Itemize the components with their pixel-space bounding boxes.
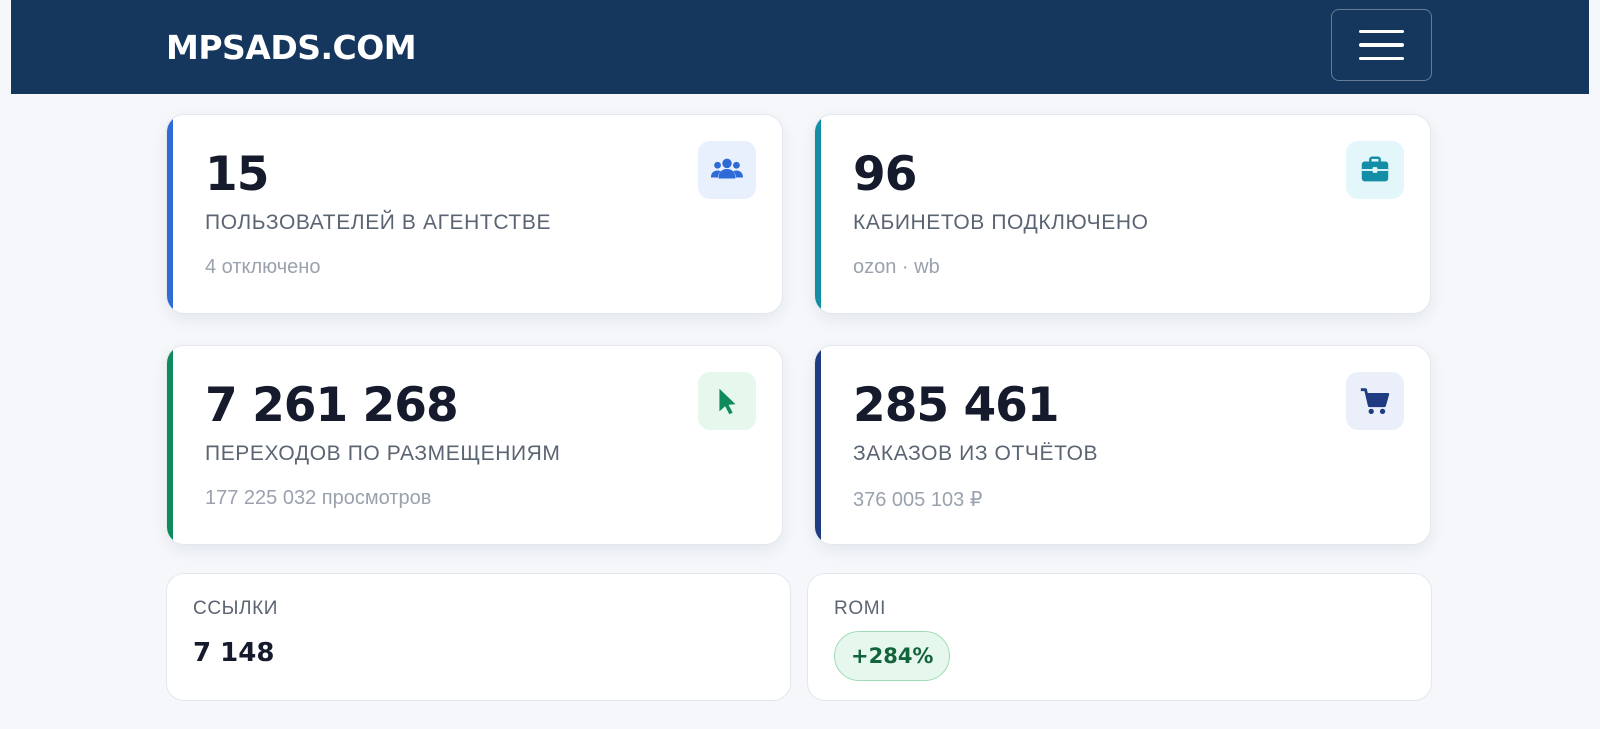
brand-logo[interactable]: MPSADS.COM [166, 28, 417, 67]
hamburger-line [1359, 29, 1404, 34]
links-label: ССЫЛКИ [193, 598, 279, 619]
stat-value: 285 461 [853, 378, 1060, 433]
stat-label: КАБИНЕТОВ ПОДКЛЮЧЕНО [853, 211, 1149, 234]
stat-value: 96 [853, 147, 917, 202]
stat-sub: 376 005 103 ₽ [853, 489, 983, 511]
cart-icon [1346, 372, 1404, 430]
stat-card-orders: 285 461 ЗАКАЗОВ ИЗ ОТЧЁТОВ 376 005 103 ₽ [814, 345, 1431, 545]
romi-card: ROMI +284% [807, 573, 1432, 701]
romi-badge: +284% [834, 631, 951, 681]
stat-card-cabinets: 96 КАБИНЕТОВ ПОДКЛЮЧЕНО ozon · wb [814, 114, 1431, 314]
stat-card-clicks: 7 261 268 ПЕРЕХОДОВ ПО РАЗМЕЩЕНИЯМ 177 2… [166, 345, 783, 545]
links-card: ССЫЛКИ 7 148 [166, 573, 791, 701]
menu-toggle-button[interactable] [1331, 9, 1432, 81]
hamburger-line [1359, 43, 1404, 47]
stat-label: ЗАКАЗОВ ИЗ ОТЧЁТОВ [853, 442, 1099, 465]
stat-value: 15 [205, 147, 269, 202]
stat-sub: ozon · wb [853, 256, 940, 278]
card-accent [167, 346, 173, 544]
top-navbar: MPSADS.COM [11, 0, 1589, 94]
stat-label: ПЕРЕХОДОВ ПО РАЗМЕЩЕНИЯМ [205, 442, 561, 465]
hamburger-line [1359, 56, 1404, 61]
card-accent [167, 115, 173, 313]
stat-sub: 177 225 032 просмотров [205, 487, 432, 509]
stat-value: 7 261 268 [205, 378, 459, 433]
briefcase-icon [1346, 141, 1404, 199]
stat-card-users: 15 ПОЛЬЗОВАТЕЛЕЙ В АГЕНТСТВЕ 4 отключено [166, 114, 783, 314]
links-value: 7 148 [193, 638, 275, 668]
users-icon [698, 141, 756, 199]
romi-label: ROMI [834, 598, 887, 619]
stat-label: ПОЛЬЗОВАТЕЛЕЙ В АГЕНТСТВЕ [205, 211, 552, 234]
cursor-icon [698, 372, 756, 430]
card-accent [815, 115, 821, 313]
card-accent [815, 346, 821, 544]
stat-sub: 4 отключено [205, 256, 321, 278]
